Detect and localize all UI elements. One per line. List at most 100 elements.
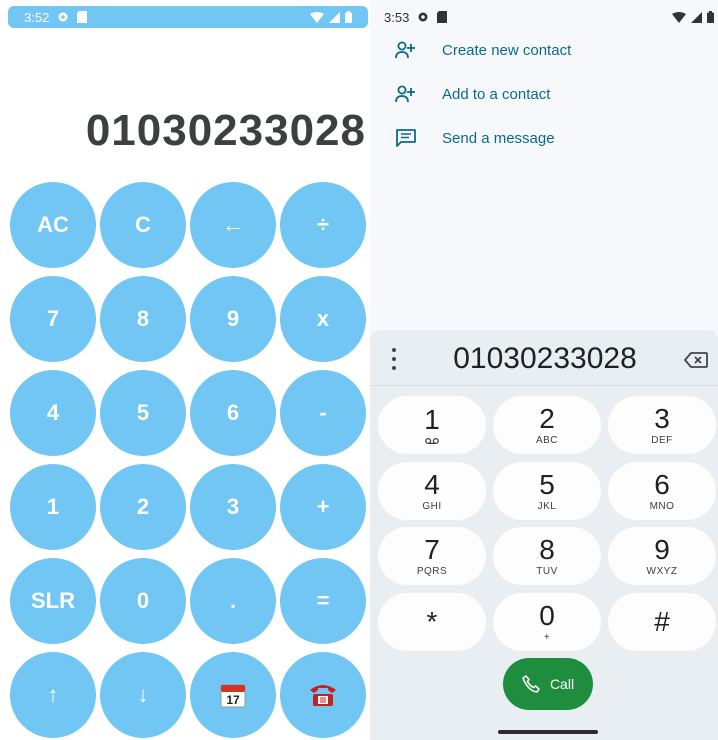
clear-button[interactable]: C — [100, 182, 186, 268]
key-letters: PQRS — [416, 565, 448, 577]
dialpad-key-0[interactable]: 0 + — [493, 593, 601, 651]
calc-button-label: 6 — [226, 400, 240, 425]
digit-3-button[interactable]: 3 — [190, 464, 276, 550]
dialpad-key-8[interactable]: 8 TUV — [493, 527, 601, 585]
calc-button-label: AC — [37, 212, 69, 237]
status-bar: 3:52 — [8, 6, 368, 28]
key-digit: 0 — [539, 599, 555, 631]
dialpad-key-9[interactable]: 9 WXYZ — [608, 527, 716, 585]
calculator-app: 3:52 01030233028 AC C ← ÷ 7 8 9 x 4 5 6 - 1 2 3 + SLR 0. =… — [0, 0, 370, 740]
add-to-contact-option[interactable]: Add to a contact — [370, 74, 718, 114]
calc-button-label: 7 — [46, 306, 60, 331]
digit-2-button[interactable]: 2 — [100, 464, 186, 550]
digit-5-button[interactable]: 5 — [100, 370, 186, 456]
create-new-contact-label: Create new contact — [442, 41, 572, 59]
create-new-contact-option[interactable]: Create new contact — [370, 30, 718, 70]
equals-button[interactable]: = — [280, 558, 366, 644]
call-button[interactable]: Call — [503, 658, 593, 710]
decimal-button[interactable]: . — [190, 558, 276, 644]
dialed-number[interactable]: 01030233028 — [410, 342, 680, 376]
dialpad-key-2[interactable]: 2 ABC — [493, 396, 601, 454]
call-button[interactable] — [280, 652, 366, 738]
sd-card-icon — [437, 11, 448, 23]
person-add-icon — [395, 41, 415, 59]
key-letters: JKL — [537, 500, 557, 512]
calc-button-label: C — [135, 212, 151, 237]
calc-button-label: 1 — [46, 494, 60, 519]
digit-1-button[interactable]: 1 — [10, 464, 96, 550]
battery-icon — [707, 11, 714, 23]
calculator-keypad: AC C ← ÷ 7 8 9 x 4 5 6 - 1 2 3 + SLR 0. = ↑ ↓ 17 — [10, 182, 368, 738]
calc-button-label: 8 — [136, 306, 150, 331]
calc-button-label: SLR — [31, 588, 75, 613]
status-bar: 3:53 — [384, 6, 714, 28]
multiply-button[interactable]: x — [280, 276, 366, 362]
dialpad-key-4[interactable]: 4 GHI — [378, 462, 486, 520]
key-digit: 4 — [424, 468, 440, 500]
key-digit: 2 — [539, 402, 555, 434]
key-letters: + — [543, 631, 551, 643]
slr-button[interactable]: SLR — [10, 558, 96, 644]
all-clear-button[interactable]: AC — [10, 182, 96, 268]
send-message-option[interactable]: Send a message — [370, 118, 718, 158]
calendar-button[interactable]: 17 — [190, 652, 276, 738]
calendar-icon: 17 — [220, 684, 246, 708]
calc-button-label: 9 — [226, 306, 240, 331]
dialpad-key-5[interactable]: 5 JKL — [493, 462, 601, 520]
divide-button[interactable]: ÷ — [280, 182, 366, 268]
send-message-label: Send a message — [442, 129, 555, 147]
digit-4-button[interactable]: 4 — [10, 370, 96, 456]
key-letters: WXYZ — [646, 565, 678, 577]
svg-text:17: 17 — [226, 693, 240, 707]
dialpad-key-6[interactable]: 6 MNO — [608, 462, 716, 520]
key-letters: ABC — [535, 434, 559, 446]
digit-0-button[interactable]: 0 — [100, 558, 186, 644]
calc-button-label: ÷ — [316, 212, 330, 237]
person-add-icon — [395, 85, 415, 103]
key-digit: 6 — [654, 468, 670, 500]
status-time: 3:53 — [384, 9, 410, 25]
digit-6-button[interactable]: 6 — [190, 370, 276, 456]
key-digit: 8 — [539, 533, 555, 565]
key-digit: 1 — [424, 403, 440, 435]
calc-button-label: ↓ — [137, 682, 149, 707]
calc-button-label: 2 — [136, 494, 150, 519]
dialpad-key-star[interactable]: * — [378, 593, 486, 651]
wifi-icon — [672, 11, 686, 23]
calc-button-label: 0 — [136, 588, 150, 613]
sd-card-icon — [77, 11, 88, 23]
key-digit: * — [426, 606, 438, 637]
key-letters: DEF — [651, 434, 673, 446]
dialpad-key-1[interactable]: 1 — [378, 396, 486, 454]
key-digit: # — [654, 606, 670, 637]
dialpad-key-7[interactable]: 7 PQRS — [378, 527, 486, 585]
subtract-button[interactable]: - — [280, 370, 366, 456]
digit-8-button[interactable]: 8 — [100, 276, 186, 362]
more-options-icon[interactable] — [384, 348, 404, 370]
calc-button-label: ↑ — [47, 682, 59, 707]
dialpad-key-pound[interactable]: # — [608, 593, 716, 651]
key-letters: TUV — [536, 565, 558, 577]
phone-icon — [522, 675, 540, 693]
backspace-button[interactable]: ← — [190, 182, 276, 268]
calc-button-label: . — [229, 588, 237, 613]
signal-icon — [691, 11, 702, 23]
key-digit: 3 — [654, 402, 670, 434]
calc-button-label: = — [316, 588, 330, 613]
settings-icon — [58, 12, 68, 22]
calc-button-label: 5 — [136, 400, 150, 425]
down-arrow-button[interactable]: ↓ — [100, 652, 186, 738]
add-to-contact-label: Add to a contact — [442, 85, 551, 103]
telephone-icon — [310, 685, 336, 706]
voicemail-icon — [425, 437, 439, 444]
calc-button-label: 3 — [226, 494, 240, 519]
backspace-icon[interactable] — [684, 352, 708, 368]
add-button[interactable]: + — [280, 464, 366, 550]
digit-9-button[interactable]: 9 — [190, 276, 276, 362]
signal-icon — [329, 11, 340, 23]
calc-button-label: ← — [222, 212, 244, 237]
wifi-icon — [310, 11, 324, 23]
digit-7-button[interactable]: 7 — [10, 276, 96, 362]
dialpad-key-3[interactable]: 3 DEF — [608, 396, 716, 454]
up-arrow-button[interactable]: ↑ — [10, 652, 96, 738]
